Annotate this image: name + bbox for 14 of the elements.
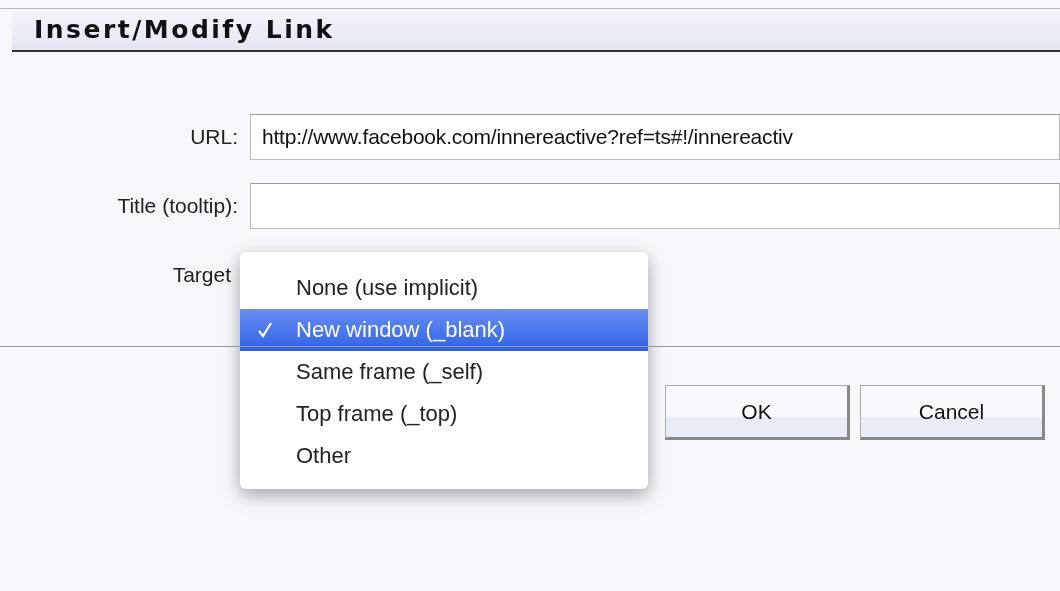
- menu-item[interactable]: New window (_blank): [240, 309, 648, 351]
- field-label: Title (tooltip):: [116, 194, 239, 218]
- input-field[interactable]: http://www.facebook.com/innereactive?ref=ts#!/innereactiv: [250, 114, 1060, 160]
- menu-item[interactable]: Top frame (_top): [240, 393, 648, 435]
- checkmark-icon: [258, 322, 272, 338]
- menu-item[interactable]: Same frame (_self): [240, 351, 648, 393]
- field-label: URL:: [189, 125, 239, 149]
- dialog-button[interactable]: OK: [665, 385, 850, 440]
- input-field[interactable]: [250, 183, 1060, 229]
- field-label: Target: [171, 263, 232, 287]
- menu-item[interactable]: Other: [240, 435, 648, 477]
- dialog-button[interactable]: Cancel: [860, 385, 1045, 440]
- window-title: Insert/Modify Link: [34, 15, 335, 44]
- menu-item[interactable]: None (use implicit): [240, 267, 648, 309]
